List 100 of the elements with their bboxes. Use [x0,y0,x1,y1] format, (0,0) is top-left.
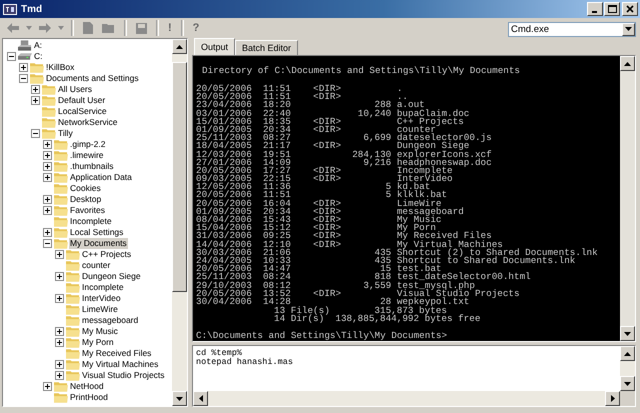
tree-item[interactable]: PrintHood [69,392,109,403]
folder-icon [30,62,44,73]
scroll-down-button[interactable] [172,391,187,406]
expand-toggle[interactable] [55,360,64,369]
tree-item[interactable]: My Documents [69,238,128,249]
tree-item[interactable]: Documents and Settings [45,73,140,84]
tree-item[interactable]: All Users [57,84,94,95]
scrollbar[interactable] [620,346,635,391]
console-line: 13 File(s) 315,873 bytes [274,307,447,316]
expand-toggle[interactable] [55,338,64,347]
caret-icon [26,26,32,30]
tree-item[interactable]: C++ Projects [81,249,132,260]
console-line: 15/01/2006 18:35 <DIR> C++ Projects [196,118,464,126]
tree-item[interactable]: InterVideo [81,293,122,304]
expand-toggle[interactable] [55,371,64,380]
console-line: 20/05/2006 11:51 5 klklk.bat [196,191,448,200]
scrollbar[interactable] [193,391,620,406]
expand-toggle[interactable] [43,140,52,149]
folder-icon [54,172,68,183]
tree-item[interactable]: .thumbnails [69,161,114,172]
tree-item[interactable]: Local Settings [69,227,124,238]
tree-item[interactable]: Dungeon Siege [81,271,142,282]
scrollbar[interactable] [620,56,635,342]
tree-item[interactable]: LimeWire [81,304,119,315]
scroll-right-button[interactable] [605,391,620,406]
tree-item[interactable]: !KillBox [45,62,76,73]
maximize-button[interactable] [604,2,620,16]
console-line: 12/03/2006 19:51 284,130 explorerIcons.xcf [196,150,493,159]
expand-toggle[interactable] [31,129,40,138]
tree-item[interactable]: Incomplete [69,216,113,227]
tree-item[interactable]: A: [33,40,44,51]
scroll-down-button[interactable] [620,376,635,391]
tree-item[interactable]: My Music [81,326,119,337]
expand-toggle[interactable] [55,250,64,259]
scroll-up-button[interactable] [620,56,635,71]
expand-toggle[interactable] [19,63,28,72]
folder-icon [42,106,56,117]
folder-icon [66,304,80,315]
tab[interactable]: Output [194,38,236,55]
tree-item[interactable]: My Virtual Machines [81,359,160,370]
expand-toggle[interactable] [43,173,52,182]
down-arrow-icon [176,396,183,400]
expand-toggle[interactable] [43,239,52,248]
tree-item[interactable]: NetHood [69,381,105,392]
document-icon [83,22,93,34]
expand-toggle[interactable] [31,96,40,105]
console-line: 29/10/2003 08:12 3,559 test_mysql.php [196,282,475,290]
tree-item[interactable]: Default User [57,95,106,106]
tree-item[interactable]: My Porn [81,337,115,348]
expand-toggle[interactable] [31,85,40,94]
tree-item[interactable]: Desktop [69,194,102,205]
expand-toggle[interactable] [7,52,16,61]
scroll-down-button[interactable] [620,326,635,342]
tree-item[interactable]: NetworkService [57,117,119,128]
tree-item[interactable]: Tilly [57,128,74,139]
expand-toggle[interactable] [43,382,52,391]
tree-item[interactable]: C: [33,51,44,62]
tree-item[interactable]: Incomplete [81,282,125,293]
console-line: 20/05/2006 11:51 <DIR> .. [196,93,408,102]
expand-toggle[interactable] [55,327,64,336]
tree-item[interactable]: Application Data [69,172,133,183]
expand-toggle[interactable] [55,294,64,303]
tree-item[interactable]: .limewire [69,150,105,161]
expand-toggle[interactable] [55,272,64,281]
tree-item[interactable]: Favorites [69,205,106,216]
scroll-up-button[interactable] [172,39,187,54]
folder-icon [66,271,80,282]
tree-item[interactable]: Visual Studio Projects [81,370,166,381]
folder-icon [30,73,44,84]
command-input-field[interactable]: cd %temp% notepad hanashi.mas [192,345,636,407]
minimize-button[interactable] [587,2,603,16]
tree-item[interactable]: .gimp-2.2 [69,139,106,150]
close-button[interactable] [622,2,638,16]
floppy-drive-icon [18,40,32,51]
up-arrow-icon [624,352,631,356]
tree-item[interactable]: Cookies [69,183,102,194]
scroll-left-button[interactable] [193,391,208,406]
maximize-icon [608,5,616,13]
tree-item[interactable]: My Received Files [81,348,152,359]
shell-dropdown[interactable]: Cmd.exe [508,22,636,36]
tree-item[interactable]: counter [81,260,112,271]
tree-item[interactable]: messageboard [81,315,140,326]
console-line: 03/01/2006 22:40 10,240 bupaClaim.doc [196,110,470,118]
tab[interactable]: Batch Editor [235,40,298,55]
expand-toggle[interactable] [43,151,52,160]
expand-toggle[interactable] [43,195,52,204]
scrollbar-thumb[interactable] [172,62,187,292]
folder-icon [66,359,80,370]
folder-icon [66,337,80,348]
scroll-up-button[interactable] [620,346,635,362]
expand-toggle[interactable] [43,228,52,237]
tree-item[interactable]: LocalService [57,106,108,117]
folder-icon [54,216,68,227]
expand-toggle[interactable] [43,162,52,171]
folder-icon [66,370,80,381]
expand-toggle[interactable] [43,206,52,215]
left-arrow-icon [7,23,19,33]
scrollbar[interactable] [172,39,187,406]
expand-toggle[interactable] [19,74,28,83]
up-arrow-icon [624,62,631,66]
